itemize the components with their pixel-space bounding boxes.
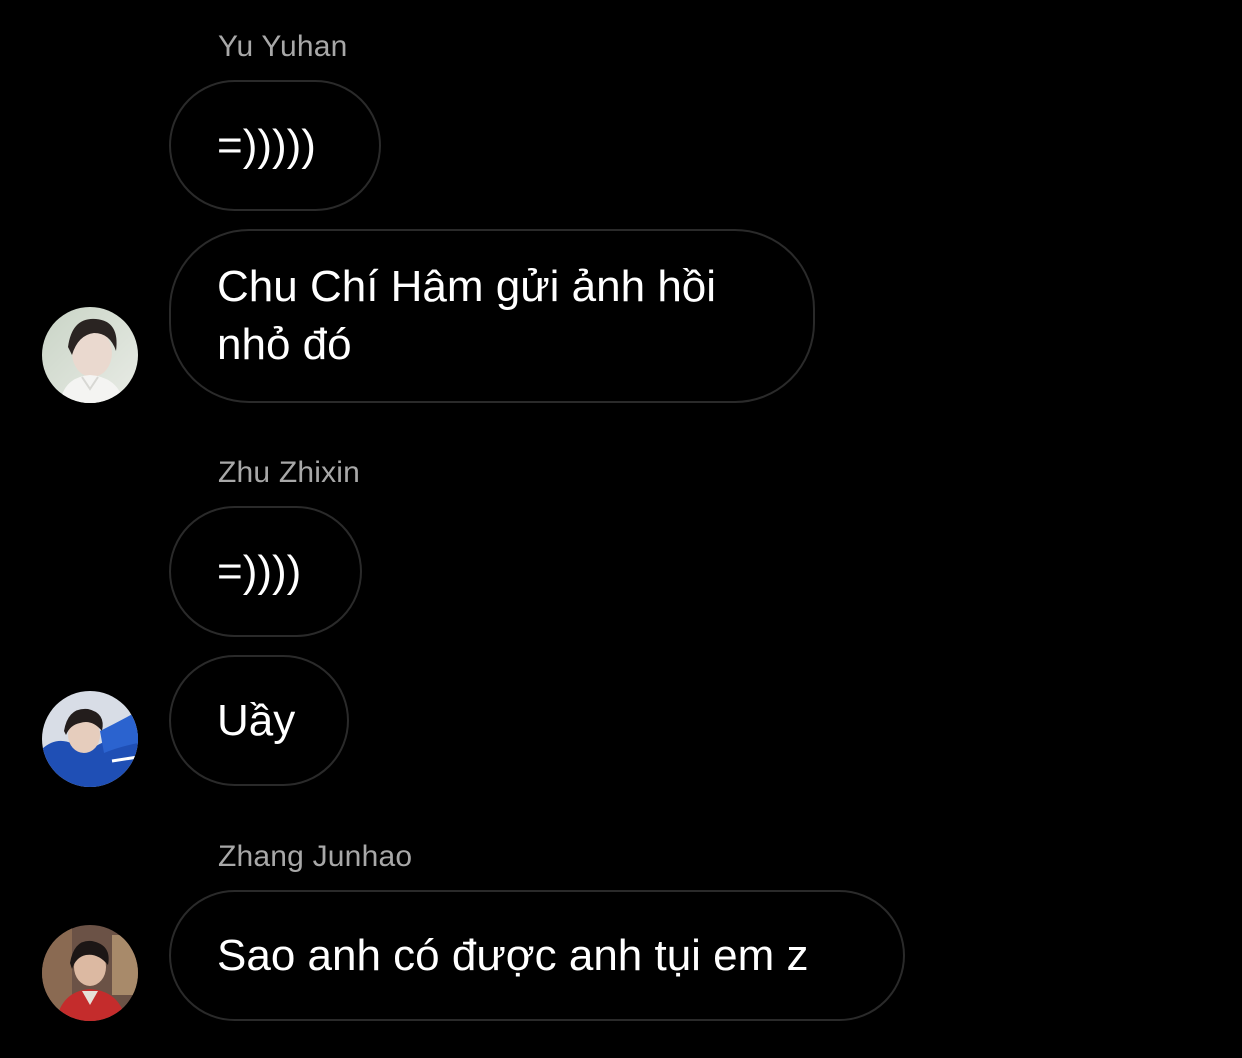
user-avatar-zhu-zhixin[interactable] [42,691,138,787]
message-text: =)))) [217,546,302,596]
message-text: Sao anh có được anh tụi em z [217,930,809,980]
message-text: =))))) [217,120,316,170]
sender-name-zhu-zhixin: Zhu Zhixin [218,456,361,489]
user-avatar-zhang-junhao[interactable] [42,925,138,1021]
avatar-photo [42,691,138,787]
message-text: Chu Chí Hâm gửi ảnh hồi nhỏ đó [217,262,717,369]
sender-name-yu-yuhan: Yu Yuhan [218,30,348,63]
avatar-photo [42,925,138,1021]
message-text: Uầy [217,695,296,745]
message-bubble[interactable]: Uầy [169,655,349,786]
message-bubble[interactable]: Chu Chí Hâm gửi ảnh hồi nhỏ đó [169,229,815,403]
message-bubble[interactable]: =)))) [169,506,362,637]
avatar-photo [42,307,138,403]
message-bubble[interactable]: Sao anh có được anh tụi em z [169,890,905,1021]
user-avatar-yu-yuhan[interactable] [42,307,138,403]
sender-name-zhang-junhao: Zhang Junhao [218,840,413,873]
message-bubble[interactable]: =))))) [169,80,381,211]
